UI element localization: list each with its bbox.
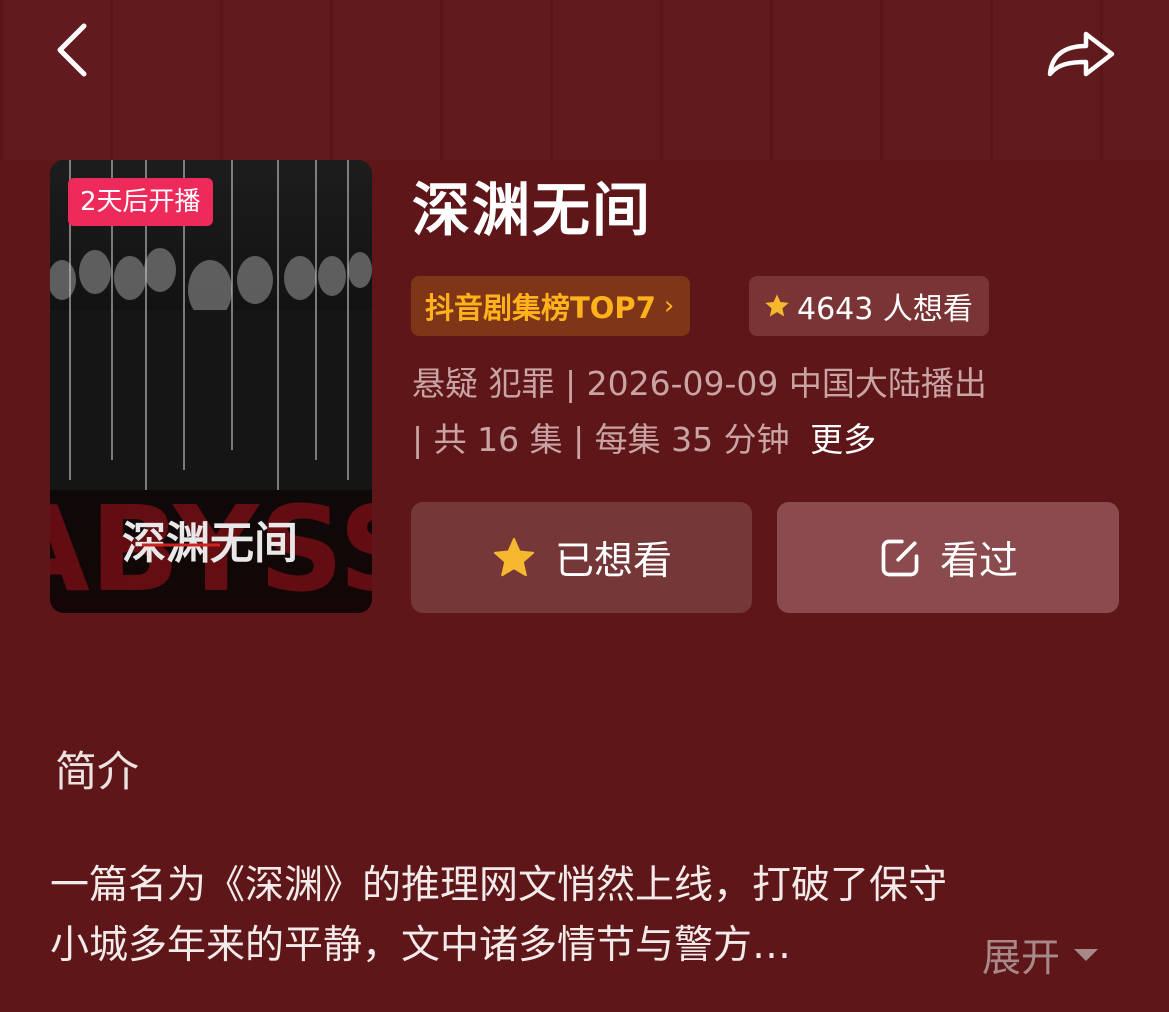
episodes-text: | 共 16 集 | 每集 35 分钟 (412, 420, 790, 459)
poster-image[interactable]: ABYSS 深渊无间 (50, 160, 372, 613)
intro-line-1: 一篇名为《深渊》的推理网文悄然上线，打破了保守 (50, 863, 948, 908)
air-date-badge: 2天后开播 (68, 178, 213, 226)
star-icon (765, 294, 789, 317)
intro-text: 一篇名为《深渊》的推理网文悄然上线，打破了保守 小城多年来的平静，文中诸多情节与… (50, 856, 1130, 976)
want-count-label: 4643 人想看 (797, 292, 973, 327)
intro-heading: 简介 (55, 747, 140, 796)
rank-label: 抖音剧集榜TOP7 (425, 291, 656, 325)
rank-tag[interactable]: 抖音剧集榜TOP7 › (411, 276, 691, 336)
want-button-label: 已想看 (554, 538, 672, 584)
expand-button[interactable]: 展开 (982, 925, 1099, 985)
share-button[interactable] (1040, 22, 1120, 86)
intro-line-2: 小城多年来的平静，文中诸多情节与警方… (50, 923, 792, 968)
expand-label: 展开 (982, 936, 1061, 981)
more-link[interactable]: 更多 (810, 420, 876, 459)
chevron-right-icon: › (663, 291, 675, 321)
back-button[interactable] (48, 18, 104, 82)
poster-art: ABYSS 深渊无间 (50, 160, 372, 613)
show-title: 深渊无间 (412, 176, 653, 244)
edit-icon (881, 539, 919, 576)
chevron-left-icon (57, 23, 87, 77)
caret-down-icon (1074, 949, 1099, 961)
star-icon (493, 537, 535, 576)
share-arrow-icon (1047, 31, 1115, 77)
watched-button[interactable]: 看过 (777, 502, 1119, 613)
meta-line-episodes: | 共 16 集 | 每集 35 分钟 更多 (412, 412, 876, 468)
watched-button-label: 看过 (939, 538, 1018, 584)
want-to-watch-button[interactable]: 已想看 (411, 502, 752, 613)
top-bar (0, 0, 1169, 110)
meta-line-genre-date: 悬疑 犯罪 | 2026-09-09 中国大陆播出 (412, 364, 987, 403)
want-count-tag: 4643 人想看 (749, 276, 989, 336)
